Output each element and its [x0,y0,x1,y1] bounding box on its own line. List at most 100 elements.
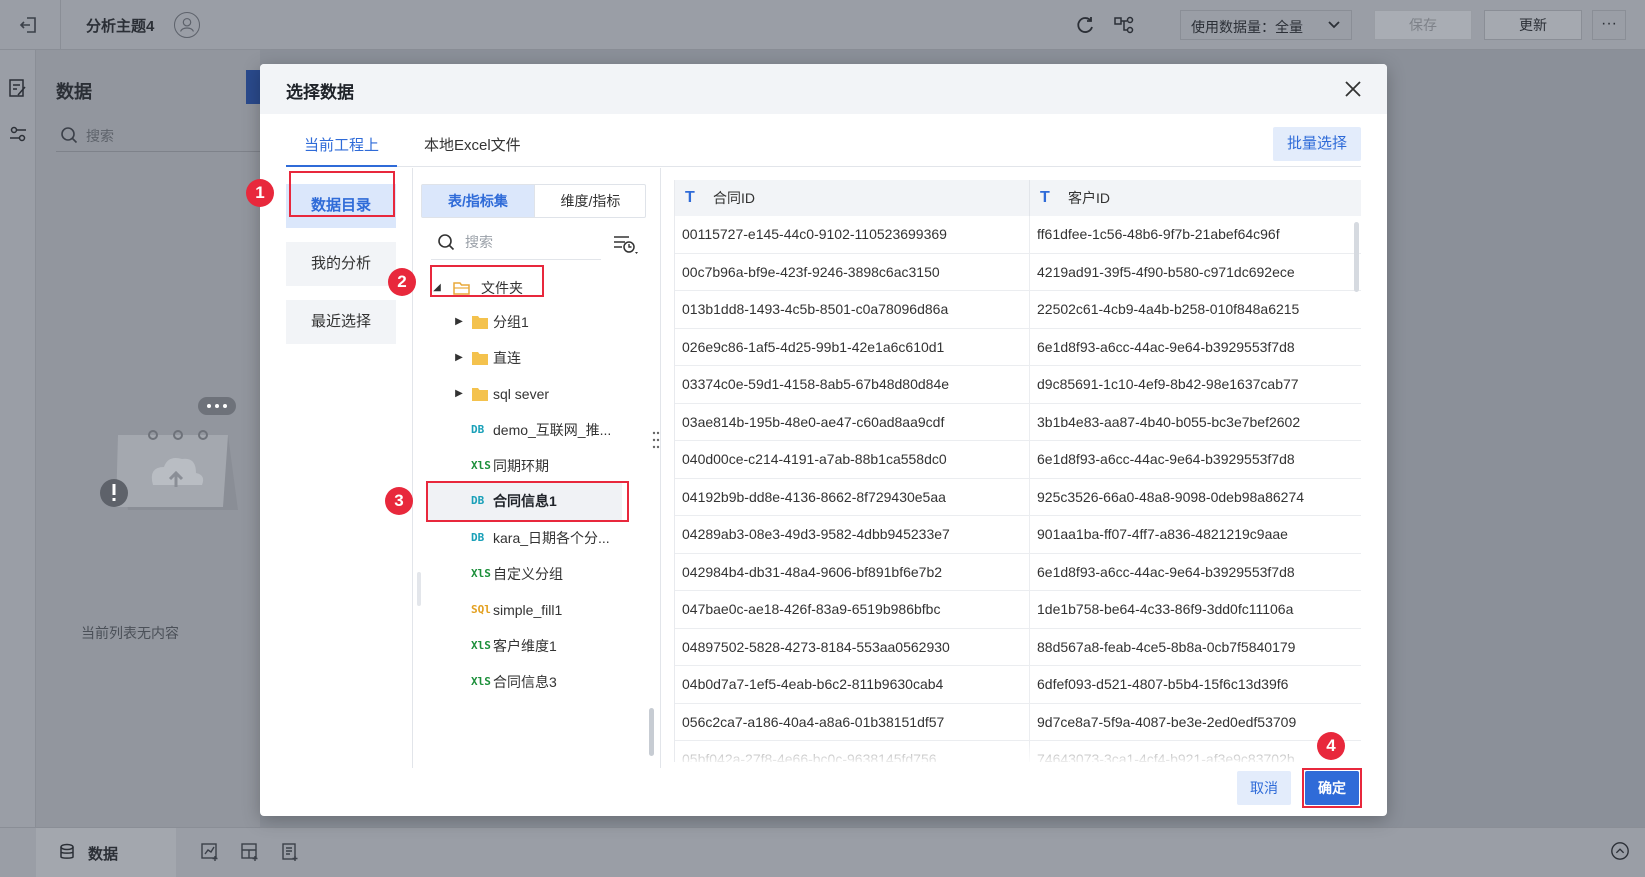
user-icon[interactable] [174,12,200,38]
cell-contract-id: 04192b9b-dd8e-4136-8662-8f729430e5aa [675,478,1030,516]
tab-current-project[interactable]: 当前工程上 [286,126,398,167]
cell-customer-id: 88d567a8-feab-4ce5-8b8a-0cb7f5840179 [1037,638,1296,655]
search-icon [61,127,78,144]
table-row[interactable]: 04289ab3-08e3-49d3-9582-4dbb945233e7 901a… [675,516,1361,554]
tree-item-label: kara_日期各个分... [493,530,610,546]
table-row[interactable]: 00115727-e145-44c0-9102-110523699369 ff61… [675,216,1361,254]
tree-item-label: 合同信息1 [493,493,557,509]
resize-handle-icon[interactable] [652,430,660,450]
data-tree-panel: 表/指标集 维度/指标 ◢ 文件夹 ▶ 分组1 ▶ 直连 ▶ sql sever [413,168,660,768]
segment-table-metricset[interactable]: 表/指标集 [422,185,534,217]
table-row[interactable]: 04b0d7a7-1ef5-4eab-b6c2-811b9630cab4 6dfe… [675,666,1361,704]
update-button[interactable]: 更新 [1484,10,1582,40]
cell-customer-id: 901aa1ba-ff07-4ff7-a836-4821219c9aae [1037,526,1288,542]
divider [660,168,661,768]
sort-filter-icon[interactable] [611,232,641,258]
chevron-down-icon [1328,21,1340,29]
sql-table-icon: SQl [471,603,491,616]
database-icon [60,843,74,859]
tree-folder-sqlserver[interactable]: ▶ sql sever [431,376,646,412]
confirm-button[interactable]: 确定 [1305,771,1359,805]
column-header-label: 客户ID [1068,190,1110,206]
tree-folder-root[interactable]: ◢ 文件夹 [431,270,541,306]
cell-contract-id: 026e9c86-1af5-4d25-99b1-42e1a6c610d1 [675,328,1030,366]
table-row[interactable]: 026e9c86-1af5-4d25-99b1-42e1a6c610d1 6e1d… [675,328,1361,366]
segment-dimension-metric[interactable]: 维度/指标 [534,185,646,217]
data-preview-table: T 合同ID T 客户ID 00115727-e145-44c0-9102-11… [674,180,1361,762]
table-row[interactable]: 03ae814b-195b-48e0-ae47-c60ad8aa9cdf 3b1b… [675,403,1361,441]
dialog-title: 选择数据 [286,83,354,102]
excel-table-icon: XlS [471,675,491,688]
cell-contract-id: 05bf042a-27f8-4e66-bc0c-9638145fd756 [675,741,1030,762]
data-tab[interactable]: 数据 [36,828,176,877]
add-report-icon[interactable] [280,842,300,862]
left-rail [0,50,36,827]
tree-scrollbar-secondary[interactable] [417,572,421,606]
add-dashboard-icon[interactable] [240,842,260,862]
table-row[interactable]: 040d00ce-c214-4191-a7ab-88b1ca558dc0 6e1d… [675,441,1361,479]
table-row[interactable]: 047bae0c-ae18-426f-83a9-6519b986bfbc 1de1… [675,591,1361,629]
data-edit-icon[interactable] [8,78,28,98]
tree-folder-group1[interactable]: ▶ 分组1 [431,304,646,340]
table-row[interactable]: 04192b9b-dd8e-4136-8662-8f729430e5aa 925c… [675,478,1361,516]
collapsed-triangle-icon[interactable]: ▶ [453,304,465,340]
add-component-icon[interactable] [200,842,220,862]
more-button[interactable]: ··· [1592,10,1626,40]
cell-customer-id: 925c3526-66a0-48a8-9098-0deb98a86274 [1037,488,1305,505]
data-panel-title: 数据 [56,82,92,102]
expanded-triangle-icon[interactable]: ◢ [431,270,443,306]
tree-table-simple-fill[interactable]: SQl simple_fill1 [431,592,646,628]
cell-customer-id: 22502c61-4cb9-4a4b-b258-010f848a6215 [1037,301,1300,317]
annotation-number-4: 4 [1317,732,1345,760]
nav-data-catalog[interactable]: 数据目录 [286,184,396,228]
lineage-icon[interactable] [1113,14,1135,36]
settings-sliders-icon[interactable] [8,124,28,144]
cell-customer-id: 4219ad91-39f5-4f90-b580-c971dc692ece [1037,263,1295,280]
tree-scrollbar[interactable] [649,708,654,756]
nav-my-analysis[interactable]: 我的分析 [286,242,396,286]
table-row[interactable]: 03374c0e-59d1-4158-8ab5-67b48d80d84e d9c8… [675,366,1361,404]
cell-contract-id: 03ae814b-195b-48e0-ae47-c60ad8aa9cdf [675,403,1030,441]
tree-table-kara[interactable]: DB kara_日期各个分... [431,520,646,556]
tree-table-custom-group[interactable]: XlS 自定义分组 [431,556,646,592]
cancel-button[interactable]: 取消 [1237,771,1291,805]
cell-contract-id: 04897502-5828-4273-8184-553aa0562930 [675,628,1030,666]
collapsed-triangle-icon[interactable]: ▶ [453,376,465,412]
left-nav: 数据目录 我的分析 最近选择 [286,168,404,768]
tree-item-label: simple_fill1 [493,602,563,618]
refresh-icon[interactable] [1074,14,1096,36]
table-row[interactable]: 056c2ca7-a186-40a4-a8a6-01b38151df57 9d7c… [675,703,1361,741]
batch-select-button[interactable]: 批量选择 [1272,127,1361,161]
collapsed-triangle-icon[interactable]: ▶ [453,340,465,376]
table-row[interactable]: 042984b4-db31-48a4-9606-bf891bf6e7b2 6e1d… [675,553,1361,591]
tree-table-customer-dim[interactable]: XlS 客户维度1 [431,628,646,664]
cell-contract-id: 04289ab3-08e3-49d3-9582-4dbb945233e7 [675,516,1030,553]
cell-customer-id: 6e1d8f93-a6cc-44ac-9e64-b3929553f7d8 [1037,451,1295,467]
exit-icon[interactable] [18,14,40,36]
table-row[interactable]: 05bf042a-27f8-4e66-bc0c-9638145fd756 7464… [675,741,1361,762]
cell-contract-id: 042984b4-db31-48a4-9606-bf891bf6e7b2 [675,553,1030,591]
tree-folder-direct[interactable]: ▶ 直连 [431,340,646,376]
save-button[interactable]: 保存 [1374,10,1472,40]
table-row[interactable]: 00c7b96a-bf9e-423f-9246-3898c6ac3150 4219… [675,253,1361,291]
empty-calendar-illustration [100,397,238,510]
close-icon[interactable] [1342,78,1364,100]
data-usage-select[interactable]: 使用数据量：全量 [1180,10,1352,40]
tree-table-demo[interactable]: DB demo_互联网_推... [431,412,646,448]
database-table-icon: DB [471,531,485,544]
tab-local-excel[interactable]: 本地Excel文件 [406,126,539,167]
table-row[interactable]: 04897502-5828-4273-8184-553aa0562930 88d5… [675,628,1361,666]
empty-list-text: 当前列表无内容 [81,625,179,641]
collapse-up-icon[interactable] [1610,841,1630,861]
nav-recent-selection[interactable]: 最近选择 [286,300,396,344]
tree-table-yoy[interactable]: XlS 同期环期 [431,448,646,484]
table-row[interactable]: 013b1dd8-1493-4c5b-8501-c0a78096d86a 2250… [675,291,1361,329]
search-icon [438,234,455,251]
data-search-input[interactable]: 搜索 [56,120,266,152]
tree-search-input[interactable] [465,230,595,254]
table-scrollbar[interactable] [1354,222,1359,292]
tree-table-contract3[interactable]: XlS 合同信息3 [431,664,646,700]
data-usage-label: 使用数据量：全量 [1191,19,1303,35]
select-data-dialog: 选择数据 当前工程上 本地Excel文件 批量选择 数据目录 我的分析 最近选择… [246,64,1387,816]
tree-table-contract1[interactable]: DB 合同信息1 [427,483,622,521]
